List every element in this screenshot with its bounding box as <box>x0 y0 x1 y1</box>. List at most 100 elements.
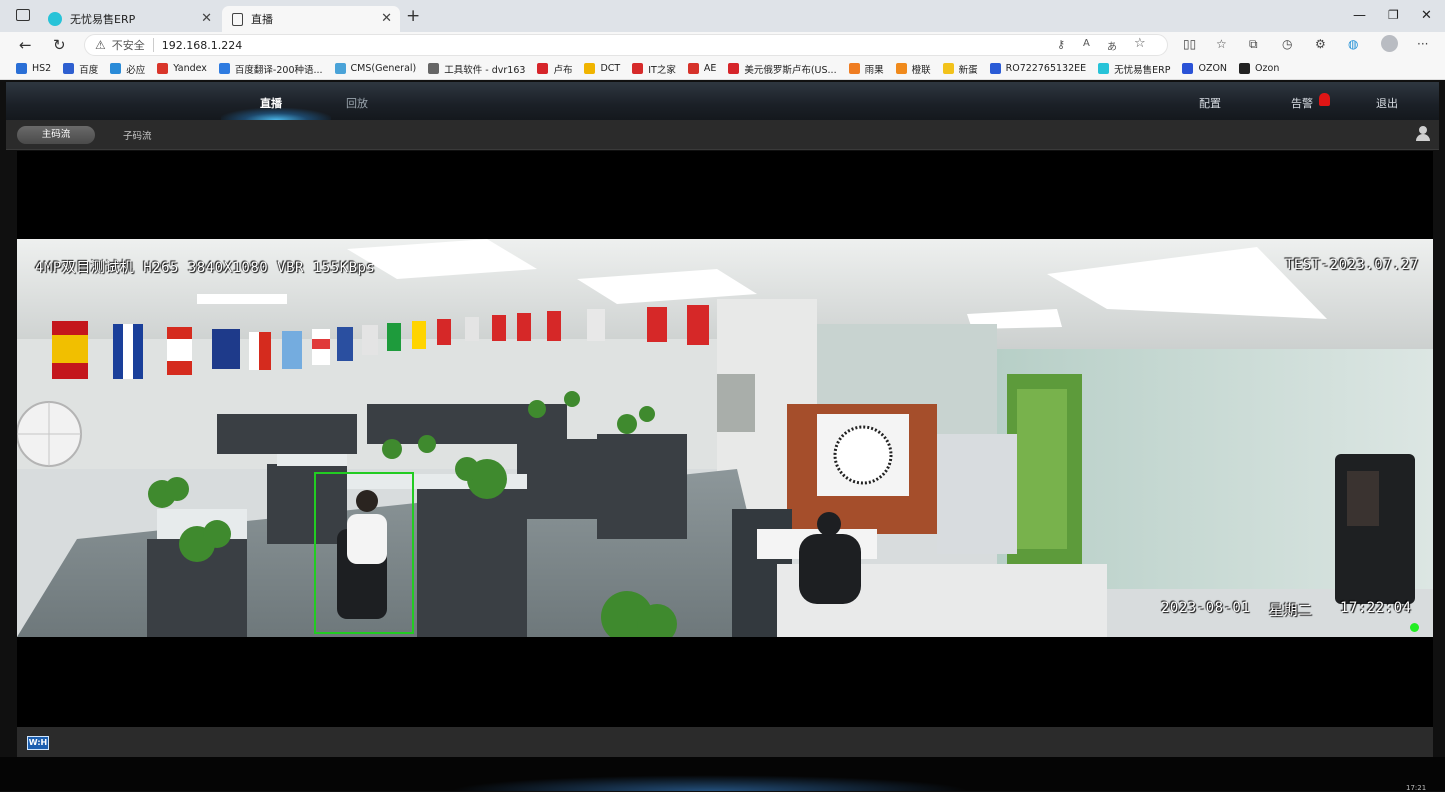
bookmark-favicon-icon <box>687 63 699 74</box>
bookmark-favicon-icon <box>218 63 230 74</box>
bookmark-item[interactable]: 雨果 <box>848 62 884 76</box>
close-icon[interactable]: ✕ <box>381 11 392 26</box>
bookmark-favicon-icon <box>989 63 1001 74</box>
bookmark-favicon-icon <box>728 63 740 74</box>
bookmark-label: Ozon <box>1255 63 1280 74</box>
video-toolbar: W:H <box>17 727 1433 757</box>
bookmark-favicon-icon <box>428 63 440 74</box>
sub-stream-button[interactable]: 子码流 <box>123 128 152 142</box>
bookmark-label: 工具软件 - dvr163 <box>444 64 526 76</box>
bookmark-label: 无忧易售ERP <box>1114 64 1171 76</box>
tab-live[interactable]: 直播 ✕ <box>222 6 400 32</box>
bookmark-favicon-icon <box>942 63 954 74</box>
back-arrow-icon[interactable]: ← <box>19 36 32 54</box>
read-aloud-icon[interactable]: A <box>1083 38 1090 49</box>
bookmark-item[interactable]: 必应 <box>110 62 145 76</box>
osd-camera-name: TEST-2023.07.27 <box>1285 257 1419 273</box>
nav-alarm[interactable]: 告警 <box>1291 95 1313 111</box>
osd-weekday: 星期二 <box>1269 603 1313 619</box>
favorites-icon[interactable]: ☆ <box>1216 37 1227 51</box>
bookmark-label: 百度翻译-200种语... <box>234 64 323 76</box>
bookmark-item[interactable]: HS2 <box>16 63 51 74</box>
refresh-icon[interactable]: ↻ <box>53 36 66 54</box>
warning-icon: ⚠ <box>95 38 106 52</box>
bookmark-item[interactable]: OZON <box>1182 63 1227 74</box>
user-icon[interactable] <box>1416 126 1430 142</box>
camera-feed[interactable]: 4MP双目测试机 H265 3840X1080 VBR 155KBps TEST… <box>17 239 1433 637</box>
bookmark-item[interactable]: AE <box>687 63 716 74</box>
new-tab-icon[interactable]: + <box>406 6 420 26</box>
osd-stream-info: 4MP双目测试机 H265 3840X1080 VBR 155KBps <box>35 260 376 276</box>
bookmark-label: HS2 <box>32 63 52 74</box>
bookmark-item[interactable]: 百度翻译-200种语... <box>218 62 323 76</box>
more-menu-icon[interactable]: ··· <box>1417 37 1428 51</box>
bookmark-favicon-icon <box>63 63 75 74</box>
taskbar: 17:21 <box>0 757 1445 792</box>
status-indicator <box>1410 623 1419 632</box>
bookmark-item[interactable]: 新蛋 <box>942 62 978 76</box>
address-bar-row: ← ↻ ⚠ 不安全 192.168.1.224 ⚷ A あ ☆ ▯▯ ☆ ⧉ ◷… <box>0 32 1445 58</box>
close-icon[interactable]: ✕ <box>201 11 212 26</box>
nav-live[interactable]: 直播 <box>260 95 282 111</box>
history-icon[interactable]: ◷ <box>1282 37 1292 51</box>
bookmark-item[interactable]: IT之家 <box>632 62 676 76</box>
osd-time: 17:22:04 <box>1340 600 1412 616</box>
minimize-icon[interactable]: — <box>1353 8 1366 23</box>
aspect-ratio-button[interactable]: W:H <box>27 736 49 750</box>
footer-glow <box>450 775 970 791</box>
security-label: 不安全 <box>111 39 145 52</box>
stream-selector-bar: 主码流 子码流 <box>6 120 1439 150</box>
bookmark-item[interactable]: 美元俄罗斯卢布(US... <box>728 62 837 76</box>
bookmarks-bar: HS2 百度 必应 Yandex 百度翻译-200种语... CMS(General) 工具… <box>0 58 1445 80</box>
bookmark-item[interactable]: Ozon <box>1239 63 1279 74</box>
bookmark-item[interactable]: DCT <box>584 63 620 74</box>
bookmark-label: 新蛋 <box>958 64 978 76</box>
restore-icon[interactable]: ❐ <box>1388 8 1399 22</box>
alarm-bell-icon[interactable] <box>1319 93 1330 106</box>
tab-actions-icon[interactable] <box>16 9 30 21</box>
bookmark-item[interactable]: 卢布 <box>537 62 572 76</box>
nav-playback[interactable]: 回放 <box>346 95 368 111</box>
bookmark-item[interactable]: 百度 <box>63 62 98 76</box>
nav-config[interactable]: 配置 <box>1199 95 1221 111</box>
bookmark-label: 雨果 <box>864 64 884 76</box>
translate-icon[interactable]: あ <box>1107 38 1117 53</box>
bookmark-favicon-icon <box>110 63 122 74</box>
bookmark-favicon-icon <box>16 63 27 74</box>
bookmark-favicon-icon <box>584 63 596 74</box>
url-text: 192.168.1.224 <box>161 38 243 52</box>
tab-title: 无忧易售ERP <box>70 13 136 26</box>
bookmark-favicon-icon <box>1098 63 1110 74</box>
video-viewer[interactable]: 4MP双目测试机 H265 3840X1080 VBR 155KBps TEST… <box>17 151 1433 727</box>
bookmark-label: DCT <box>600 63 621 74</box>
key-icon[interactable]: ⚷ <box>1057 38 1065 51</box>
bookmark-item[interactable]: 橙联 <box>895 62 931 76</box>
edge-icon[interactable]: ◍ <box>1348 37 1358 51</box>
bookmark-label: 卢布 <box>553 64 573 76</box>
bookmark-label: CMS(General) <box>350 63 417 74</box>
bookmark-label: OZON <box>1198 63 1228 74</box>
bookmark-favicon-icon <box>537 63 549 74</box>
detection-box <box>314 472 414 634</box>
bookmark-item[interactable]: Yandex <box>157 63 207 74</box>
profile-avatar[interactable] <box>1381 35 1398 52</box>
main-stream-button[interactable]: 主码流 <box>17 126 95 144</box>
tab-erp[interactable]: 无忧易售ERP ✕ <box>38 6 220 32</box>
bookmark-item[interactable]: RO722765132EE <box>989 63 1087 74</box>
osd-date: 2023-08-01 <box>1161 600 1251 616</box>
favorite-star-icon[interactable]: ☆ <box>1134 36 1146 51</box>
bookmark-item[interactable]: 工具软件 - dvr163 <box>428 62 525 76</box>
window-close-icon[interactable]: ✕ <box>1421 8 1432 23</box>
bookmark-label: Yandex <box>173 63 207 74</box>
bookmark-item[interactable]: CMS(General) <box>334 63 417 74</box>
bookmark-favicon-icon <box>1182 63 1194 74</box>
collections-icon[interactable]: ⧉ <box>1249 37 1258 52</box>
bookmark-label: 百度 <box>79 64 99 76</box>
split-screen-icon[interactable]: ▯▯ <box>1183 37 1196 51</box>
bookmark-item[interactable]: 无忧易售ERP <box>1098 62 1170 76</box>
nav-logout[interactable]: 退出 <box>1376 95 1398 111</box>
bookmark-favicon-icon <box>1239 63 1251 74</box>
url-field[interactable]: ⚠ 不安全 192.168.1.224 ⚷ A あ ☆ <box>84 34 1168 56</box>
bookmark-label: RO722765132EE <box>1005 63 1087 74</box>
extensions-icon[interactable]: ⚙ <box>1315 37 1326 51</box>
